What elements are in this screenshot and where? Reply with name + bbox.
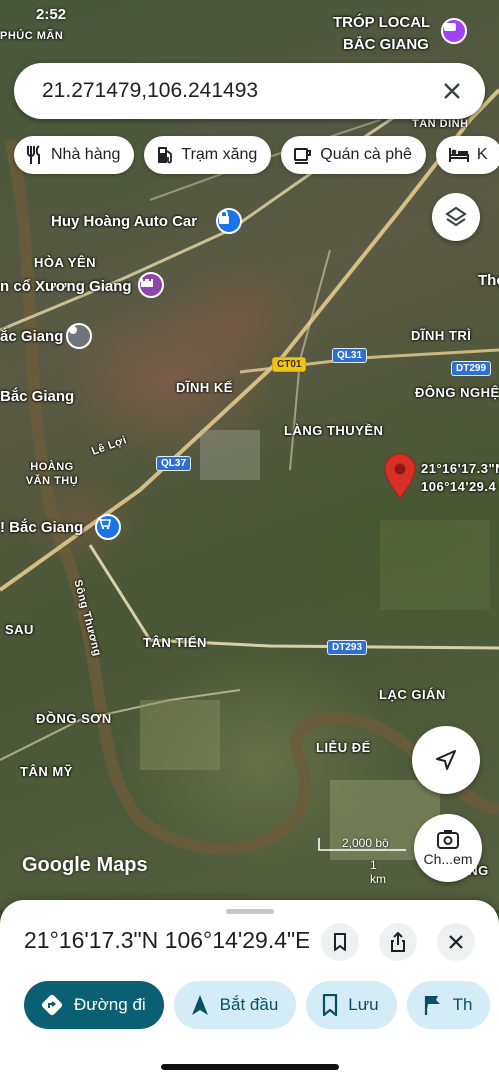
pin-label-lat: 21°16'17.3"N [421,461,499,476]
street-view-button[interactable]: Ch...em [414,814,482,882]
map-label-xuong-giang: n cổ Xương Giang [0,278,132,295]
bookmark-icon [323,994,338,1016]
map-label-tan-dinh: TÂN DĨNH [412,118,469,130]
action-buttons-row: Đường đi Bắt đầu Lưu Th [24,981,491,1029]
my-location-button[interactable] [412,726,480,794]
flag-icon [424,996,440,1015]
map-label-tho: Thọ [478,272,499,289]
category-chips: Nhà hàng Trạm xăng Quán cà phê K [14,136,499,174]
monument-poi[interactable] [138,272,164,298]
street-view-label: Ch...em [423,851,473,867]
castle-icon [141,279,153,287]
map-label-bac-giang-top: BẮC GIANG [343,36,429,53]
map-label-tan-tien: TÂN TIẾN [143,635,207,650]
home-indicator[interactable] [161,1064,339,1070]
map-label-dong-nghe: ĐÔNG NGHỆ [415,385,499,400]
map-label-dinh-ke: DĨNH KẾ [176,380,233,395]
city-center-poi[interactable] [66,323,92,349]
map-label-hoang-van-thu: HOÀNG VĂN THỤ [25,461,79,487]
road-shield-ql37: QL37 [156,456,192,471]
road-shield-ct01: CT01 [272,357,307,372]
scale-km: 1 km [370,858,386,886]
lock-icon [219,210,229,224]
camera-icon [437,830,459,849]
place-bottom-sheet[interactable]: 21°16'17.3"N 106°14'29.4"E Đường đi Bắt … [0,900,499,1080]
sheet-drag-handle[interactable] [226,909,274,914]
map-label-phuc-man: PHÚC MÃN [0,30,64,42]
scale-bar-icon [318,838,406,851]
cart-icon [98,517,111,530]
chip-coffee[interactable]: Quán cà phê [281,136,426,174]
chip-restaurants[interactable]: Nhà hàng [14,136,135,174]
search-bar[interactable]: 21.271479,106.241493 [14,63,485,119]
directions-button[interactable]: Đường đi [24,981,164,1029]
coffee-icon [294,148,312,164]
directions-icon [41,994,63,1016]
gas-station-icon [158,147,173,164]
map-label-lang-thuyen: LÀNG THUYỀN [284,423,384,438]
map-label-tan-my: TÂN MỸ [20,764,73,779]
chip-hotels-label: K [476,146,488,163]
road-shield-ql31: QL31 [332,348,368,363]
hotel-icon [448,148,469,162]
save-label: Lưu [348,995,379,1014]
map-label-bac-giang-city: ắc Giang [0,328,64,345]
map-label-bac-giang-left: Bắc Giang [0,388,75,405]
save-icon-button[interactable] [321,923,359,961]
car-dealer-poi[interactable] [216,208,242,234]
search-input[interactable]: 21.271479,106.241493 [42,79,437,103]
place-title: 21°16'17.3"N 106°14'29.4"E [24,927,309,953]
map-label-lac-gian: LẠC GIÁN [379,687,446,702]
google-maps-logo: Google Maps [22,854,148,876]
share-button[interactable] [379,923,417,961]
map-label-dinh-tri: DĨNH TRÌ [411,328,472,343]
map-label-sau: SAU [5,622,34,637]
restaurant-icon [27,145,40,164]
chip-gas-stations[interactable]: Trạm xăng [144,136,272,174]
navigation-arrow-icon [436,750,456,770]
close-icon [449,935,463,949]
dot-icon [69,326,77,334]
bookmark-outline-icon [334,933,346,951]
map-scale: 2,000 bộ 1 km [318,836,406,886]
layers-button[interactable] [432,193,480,241]
start-button[interactable]: Bắt đầu [173,981,297,1029]
chip-restaurants-label: Nhà hàng [51,146,121,163]
label-label: Th [452,995,473,1014]
chip-gas-stations-label: Trạm xăng [181,146,258,163]
map-label-dong-son: ĐỒNG SƠN [36,711,112,726]
store-poi[interactable] [441,18,467,44]
label-button[interactable]: Th [406,981,491,1029]
map-label-trop-local: TRÓP LOCAL [333,14,431,31]
clear-search-button[interactable] [437,76,467,106]
map-label-hoa-yen: HÒA YÊN [34,255,97,270]
road-shield-dt299: DT299 [451,361,492,376]
location-pin-icon[interactable] [383,453,417,499]
navigation-icon [191,995,208,1015]
share-icon [391,932,405,952]
shopping-poi[interactable] [95,514,121,540]
start-label: Bắt đầu [219,995,279,1014]
save-button[interactable]: Lưu [306,981,397,1029]
pin-label-lng: 106°14'29.4 [421,479,497,494]
map-label-huy-hoang: Huy Hoàng Auto Car [51,213,198,230]
close-sheet-button[interactable] [437,923,475,961]
chip-hotels[interactable]: K [435,136,499,174]
pin-label: 21°16'17.3"N 106°14'29.4 [421,460,499,496]
road-shield-dt293: DT293 [327,640,368,655]
directions-label: Đường đi [74,995,146,1014]
status-time: 2:52 [36,6,67,23]
map-label-lieu-de: LIỄU ĐỂ [316,740,371,755]
close-icon [444,83,460,99]
map-label-bac-giang-market: ! Bắc Giang [0,519,84,536]
layers-icon [445,206,467,227]
chip-coffee-label: Quán cà phê [320,146,412,163]
bag-icon [444,23,456,31]
